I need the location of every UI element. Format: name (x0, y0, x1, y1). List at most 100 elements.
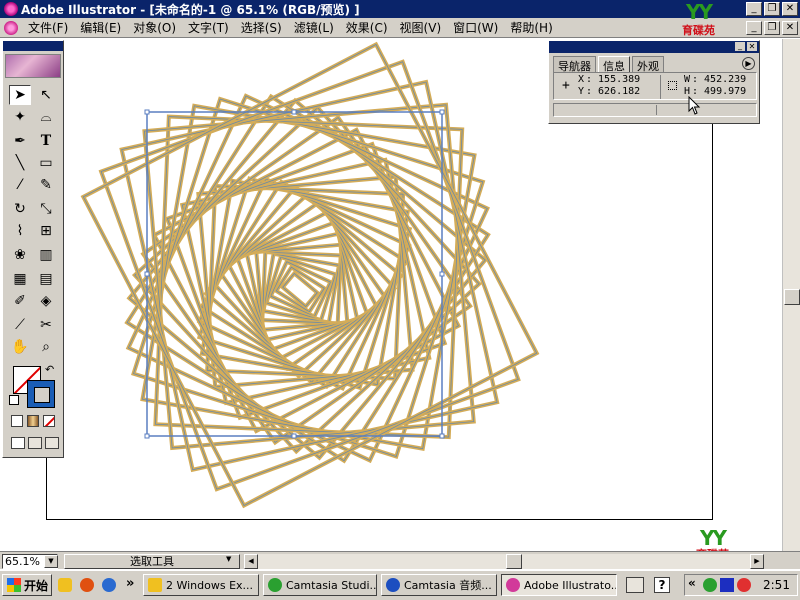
doc-close-button[interactable]: ✕ (782, 21, 798, 35)
zoom-dropdown-button[interactable]: ▼ (44, 555, 58, 568)
tray-network-icon[interactable] (737, 578, 751, 592)
direct-selection-tool-icon[interactable]: ↖ (35, 85, 57, 105)
start-button[interactable]: 开始 (2, 574, 52, 596)
scissors-tool-icon[interactable]: ✂ (35, 315, 57, 335)
blend-tool-icon[interactable]: ◈ (35, 291, 57, 311)
taskbar-item-camtasia-audio[interactable]: Camtasia 音频... (381, 574, 497, 596)
pencil-tool-icon[interactable]: ✎ (35, 175, 57, 195)
help-icon[interactable]: ? (654, 577, 670, 593)
mouse-cursor-icon (688, 96, 701, 115)
document-icon[interactable] (4, 20, 18, 35)
taskbar-item-label: Camtasia Studi... (286, 578, 377, 592)
graph-tool-icon[interactable]: ▥ (35, 245, 57, 265)
taskbar-item-label: Adobe Illustrato... (524, 578, 617, 592)
panel-minimize-button[interactable]: _ (735, 42, 745, 51)
gradient-mode-icon[interactable] (27, 415, 39, 427)
none-mode-icon[interactable] (43, 415, 55, 427)
tab-navigator[interactable]: 导航器 (553, 56, 596, 73)
illustrator-icon (506, 578, 520, 592)
zoom-tool-icon[interactable]: ⌕ (35, 337, 57, 357)
menu-filter[interactable]: 滤镜(L) (288, 19, 340, 36)
scroll-left-button[interactable]: ◀ (244, 554, 258, 569)
magic-wand-tool-icon[interactable]: ✦ (9, 107, 31, 127)
slice-tool-icon[interactable]: ⟋ (9, 315, 31, 335)
menu-file[interactable]: 文件(F) (22, 19, 74, 36)
eyedropper-tool-icon[interactable]: ✐ (9, 291, 31, 311)
y-value: : 626.182 (586, 86, 641, 97)
keyboard-icon[interactable] (626, 577, 644, 593)
swap-fill-stroke-icon[interactable]: ↶ (45, 363, 54, 376)
tab-appearance[interactable]: 外观 (632, 56, 664, 73)
default-colors-icon[interactable] (9, 395, 19, 405)
w-label: W (684, 74, 691, 85)
selection-tool-icon[interactable]: ➤ (9, 85, 31, 105)
menu-object[interactable]: 对象(O) (127, 19, 182, 36)
zoom-level-value: 65.1% (5, 555, 40, 568)
mesh-tool-icon[interactable]: ▦ (9, 269, 31, 289)
horizontal-scroll-thumb[interactable] (506, 554, 522, 569)
screen-mode-full-menu-icon[interactable] (28, 437, 42, 449)
tray-recorder-icon[interactable] (720, 578, 734, 592)
menu-effect[interactable]: 效果(C) (340, 19, 394, 36)
menu-edit[interactable]: 编辑(E) (74, 19, 127, 36)
tray-expand-icon[interactable]: « (688, 576, 696, 590)
info-panel: _ ✕ 导航器 信息 外观 ▶ + X : 155.389 Y : 626.18… (548, 40, 760, 124)
doc-restore-button[interactable]: ❐ (764, 21, 780, 35)
status-dropdown-icon[interactable]: ▼ (226, 555, 231, 563)
minimize-button[interactable]: _ (746, 2, 762, 16)
camtasia-icon (268, 578, 282, 592)
color-mode-icon[interactable] (11, 415, 23, 427)
taskbar-item-adobe-illustrator[interactable]: Adobe Illustrato... (501, 574, 617, 596)
line-tool-icon[interactable]: ╲ (9, 153, 31, 173)
title-bar: Adobe Illustrator - [未命名的-1 @ 65.1% (RGB… (0, 0, 800, 18)
screen-mode-full-icon[interactable] (45, 437, 59, 449)
camtasia-audio-icon (386, 578, 400, 592)
tool-palette-titlebar[interactable] (3, 41, 63, 51)
quicklaunch-browser-icon[interactable] (102, 578, 116, 592)
scale-tool-icon[interactable]: ⤡ (35, 199, 57, 219)
type-tool-icon[interactable]: T (35, 131, 57, 151)
lasso-tool-icon[interactable]: ⌓ (35, 107, 57, 127)
warp-tool-icon[interactable]: ⌇ (9, 221, 31, 241)
horizontal-scrollbar[interactable]: ◀ ▶ (244, 554, 764, 569)
rectangle-tool-icon[interactable]: ▭ (35, 153, 57, 173)
scroll-right-button[interactable]: ▶ (750, 554, 764, 569)
watermark-text: 育碟苑 (682, 24, 715, 37)
quicklaunch-folder-icon[interactable] (58, 578, 72, 592)
tray-camtasia-icon[interactable] (703, 578, 717, 592)
adobe-flower-logo[interactable] (5, 54, 61, 78)
y-label: Y (578, 86, 585, 97)
hand-tool-icon[interactable]: ✋ (9, 337, 31, 357)
screen-mode-standard-icon[interactable] (11, 437, 25, 449)
doc-minimize-button[interactable]: _ (746, 21, 762, 35)
free-transform-tool-icon[interactable]: ⊞ (35, 221, 57, 241)
gradient-tool-icon[interactable]: ▤ (35, 269, 57, 289)
taskbar-item-windows-explorer[interactable]: 2 Windows Ex... (143, 574, 259, 596)
menu-type[interactable]: 文字(T) (182, 19, 235, 36)
panel-close-button[interactable]: ✕ (747, 42, 757, 51)
paintbrush-tool-icon[interactable]: ⁄ (9, 175, 31, 195)
menu-select[interactable]: 选择(S) (235, 19, 288, 36)
clock[interactable]: 2:51 (763, 578, 790, 592)
bounding-box-icon (668, 81, 677, 90)
menu-view[interactable]: 视图(V) (394, 19, 448, 36)
taskbar-item-label: Camtasia 音频... (404, 579, 492, 592)
close-button[interactable]: ✕ (782, 2, 798, 16)
taskbar-item-camtasia-studio[interactable]: Camtasia Studi... (263, 574, 377, 596)
info-panel-titlebar[interactable]: _ ✕ (549, 41, 759, 53)
vertical-scroll-thumb[interactable] (784, 289, 800, 305)
symbol-sprayer-tool-icon[interactable]: ❀ (9, 245, 31, 265)
restore-button[interactable]: ❐ (764, 2, 780, 16)
quicklaunch-more-icon[interactable]: » (126, 576, 134, 591)
menu-window[interactable]: 窗口(W) (447, 19, 504, 36)
pen-tool-icon[interactable]: ✒ (9, 131, 31, 151)
stroke-swatch[interactable] (27, 380, 55, 408)
vertical-scrollbar[interactable] (782, 39, 800, 551)
panel-menu-button[interactable]: ▶ (742, 57, 755, 70)
rotate-tool-icon[interactable]: ↻ (9, 199, 31, 219)
status-tool-select[interactable]: 选取工具 (64, 554, 240, 569)
menu-help[interactable]: 帮助(H) (504, 19, 558, 36)
menu-bar: 文件(F) 编辑(E) 对象(O) 文字(T) 选择(S) 滤镜(L) 效果(C… (0, 18, 800, 38)
quicklaunch-media-icon[interactable] (80, 578, 94, 592)
tab-info[interactable]: 信息 (598, 56, 630, 73)
